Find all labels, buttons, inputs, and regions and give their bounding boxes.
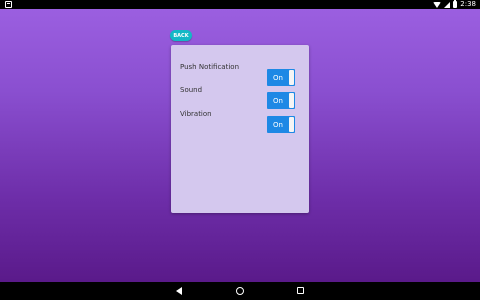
navigation-bar (0, 282, 480, 300)
sound-toggle[interactable]: On (267, 92, 295, 109)
nav-home-icon[interactable] (236, 287, 244, 295)
notification-icon (5, 1, 12, 8)
toggle-knob (289, 93, 294, 108)
setting-row-sound: Sound On (180, 86, 304, 109)
toggle-text: On (273, 73, 283, 82)
setting-label: Vibration (180, 110, 212, 118)
setting-label: Sound (180, 86, 203, 94)
wifi-icon (433, 1, 442, 8)
toggle-knob (289, 70, 294, 85)
setting-label: Push Notification (180, 63, 240, 71)
nav-recents-icon[interactable] (297, 287, 304, 294)
setting-row-vibration: Vibration On (180, 110, 304, 133)
back-button[interactable]: BACK (170, 30, 192, 41)
status-bar: 2:38 (0, 0, 480, 9)
status-right-group: 2:38 (433, 0, 476, 9)
signal-icon (444, 1, 451, 8)
settings-card: Push Notification On Sound On Vibration … (171, 45, 309, 213)
toggle-knob (289, 117, 294, 132)
status-time: 2:38 (460, 0, 476, 8)
toggle-text: On (273, 96, 283, 105)
app-screen: BACK Push Notification On Sound On Vibra… (0, 9, 480, 282)
vibration-toggle[interactable]: On (267, 116, 295, 133)
toggle-text: On (273, 120, 283, 129)
battery-icon (453, 0, 458, 8)
push-notification-toggle[interactable]: On (267, 69, 295, 86)
setting-row-push-notification: Push Notification On (180, 63, 304, 86)
nav-back-icon[interactable] (176, 287, 182, 295)
